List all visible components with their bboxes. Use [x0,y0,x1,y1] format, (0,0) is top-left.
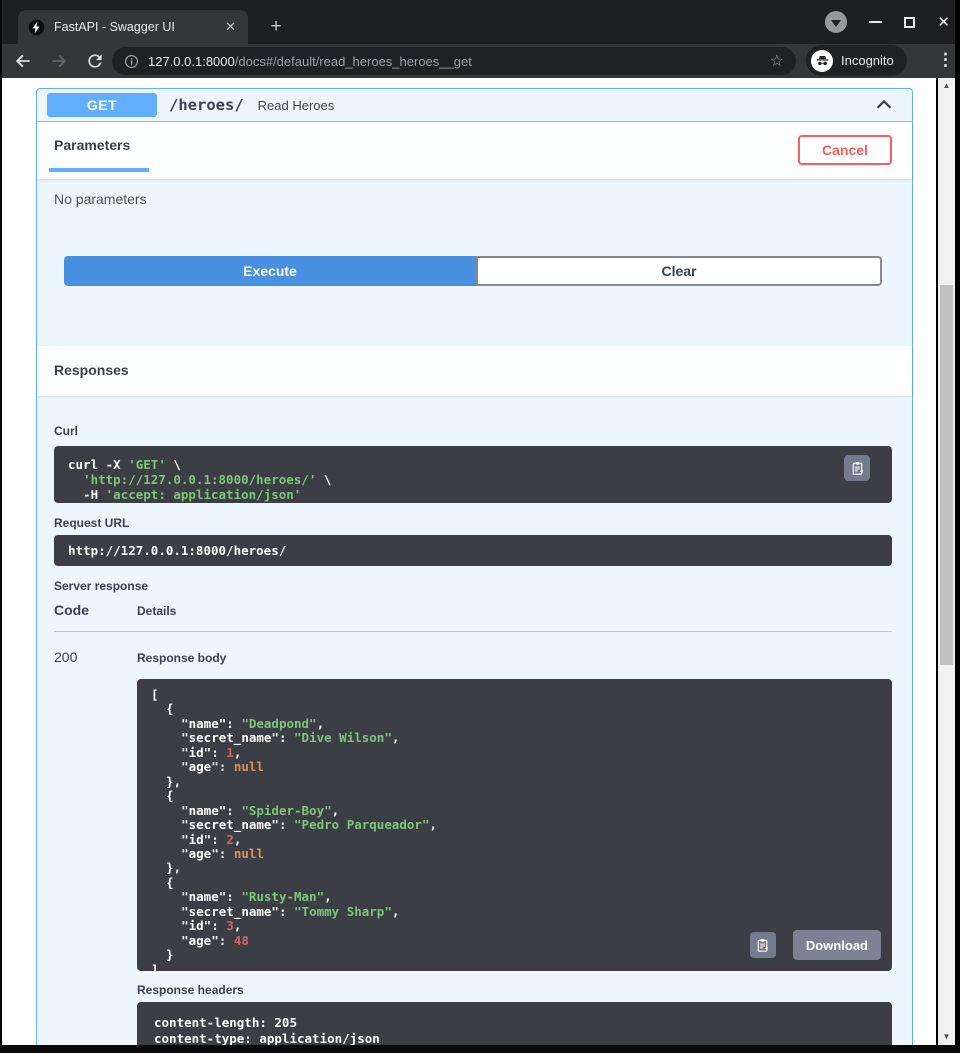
request-url-label: Request URL [54,516,892,530]
bookmark-star-icon[interactable]: ☆ [770,51,784,71]
opblock-summary[interactable]: GET /heroes/ Read Heroes [37,89,912,122]
code-column-header: Code [54,602,137,618]
response-body-block: [ { "name": "Deadpond", "secret_name": "… [137,679,892,971]
execute-button[interactable]: Execute [64,256,476,286]
clear-button[interactable]: Clear [476,256,882,286]
parameters-tab-underline [49,168,149,172]
responses-body: Curl curl -X 'GET' \ 'http://127.0.0.1:8… [37,396,912,1045]
incognito-icon [811,50,833,72]
cancel-button[interactable]: Cancel [798,135,892,165]
response-headers-block: content-length: 205content-type: applica… [137,1002,892,1045]
scrollbar-thumb[interactable] [940,285,953,665]
maximize-button[interactable] [904,17,915,28]
url-text: 127.0.0.1:8000/docs#/default/read_heroes… [148,54,761,69]
fastapi-favicon-icon [28,19,45,36]
browser-tab[interactable]: FastAPI - Swagger UI ✕ [18,10,248,44]
curl-label: Curl [54,424,78,438]
scrollbar-down-icon[interactable]: ▼ [938,1029,955,1045]
tab-title: FastAPI - Swagger UI [54,20,214,34]
copy-curl-button[interactable] [844,455,870,481]
download-button[interactable]: Download [793,930,881,960]
forward-icon[interactable] [49,51,69,71]
curl-code-block: curl -X 'GET' \ 'http://127.0.0.1:8000/h… [54,446,892,503]
url-bar[interactable]: 127.0.0.1:8000/docs#/default/read_heroes… [112,47,796,75]
tab-close-icon[interactable]: ✕ [223,19,238,35]
collapse-chevron-icon[interactable] [873,94,895,116]
method-badge: GET [47,93,157,117]
response-details-cell: Response body [ { "name": "Deadpond", "s… [137,649,892,1045]
response-table-header: Code Details [54,602,892,632]
incognito-label: Incognito [841,53,894,68]
parameters-body: No parameters Execute Clear [37,179,912,316]
browser-toolbar: 127.0.0.1:8000/docs#/default/read_heroes… [0,44,960,78]
reload-icon[interactable] [85,51,105,71]
minimize-button[interactable] [869,21,882,23]
parameters-section-header: Parameters Cancel [37,122,912,179]
browser-menu-icon[interactable]: ⋮ [937,50,951,70]
page-scrollbar[interactable]: ▲ ▼ [938,78,955,1045]
window-left-edge [0,0,2,1053]
back-icon[interactable] [13,51,33,71]
close-button[interactable]: ✕ [937,15,950,30]
window-bottom-edge [0,1045,960,1053]
site-info-icon[interactable] [124,54,139,69]
response-body-label: Response body [137,651,226,665]
swagger-page: GET /heroes/ Read Heroes Parameters Canc… [2,78,936,1045]
responses-title: Responses [54,362,129,378]
incognito-badge: Incognito [806,45,907,76]
endpoint-path: /heroes/ [169,96,244,114]
copy-response-button[interactable] [750,932,776,958]
no-parameters-text: No parameters [54,191,147,207]
browser-window: FastAPI - Swagger UI ✕ + ✕ 127.0.0. [0,0,960,1053]
browser-update-icon[interactable] [825,11,847,33]
status-code: 200 [54,649,137,1045]
response-headers-label: Response headers [137,983,892,997]
tab-parameters: Parameters [54,137,130,153]
server-response-label: Server response [54,579,892,593]
window-right-edge [955,0,960,1053]
browser-titlebar: FastAPI - Swagger UI ✕ + ✕ [0,0,960,44]
endpoint-summary: Read Heroes [258,98,335,113]
execute-row: Execute Clear [64,256,882,286]
new-tab-button[interactable]: + [263,14,289,40]
details-column-header: Details [137,602,892,618]
responses-section-header: Responses [37,346,912,396]
scrollbar-up-icon[interactable]: ▲ [938,78,955,94]
response-row: 200 Response body [ { "name": "Deadpond"… [54,632,892,1045]
opblock-get-heroes: GET /heroes/ Read Heroes Parameters Canc… [36,88,913,1045]
request-url-block: http://127.0.0.1:8000/heroes/ [54,535,892,566]
